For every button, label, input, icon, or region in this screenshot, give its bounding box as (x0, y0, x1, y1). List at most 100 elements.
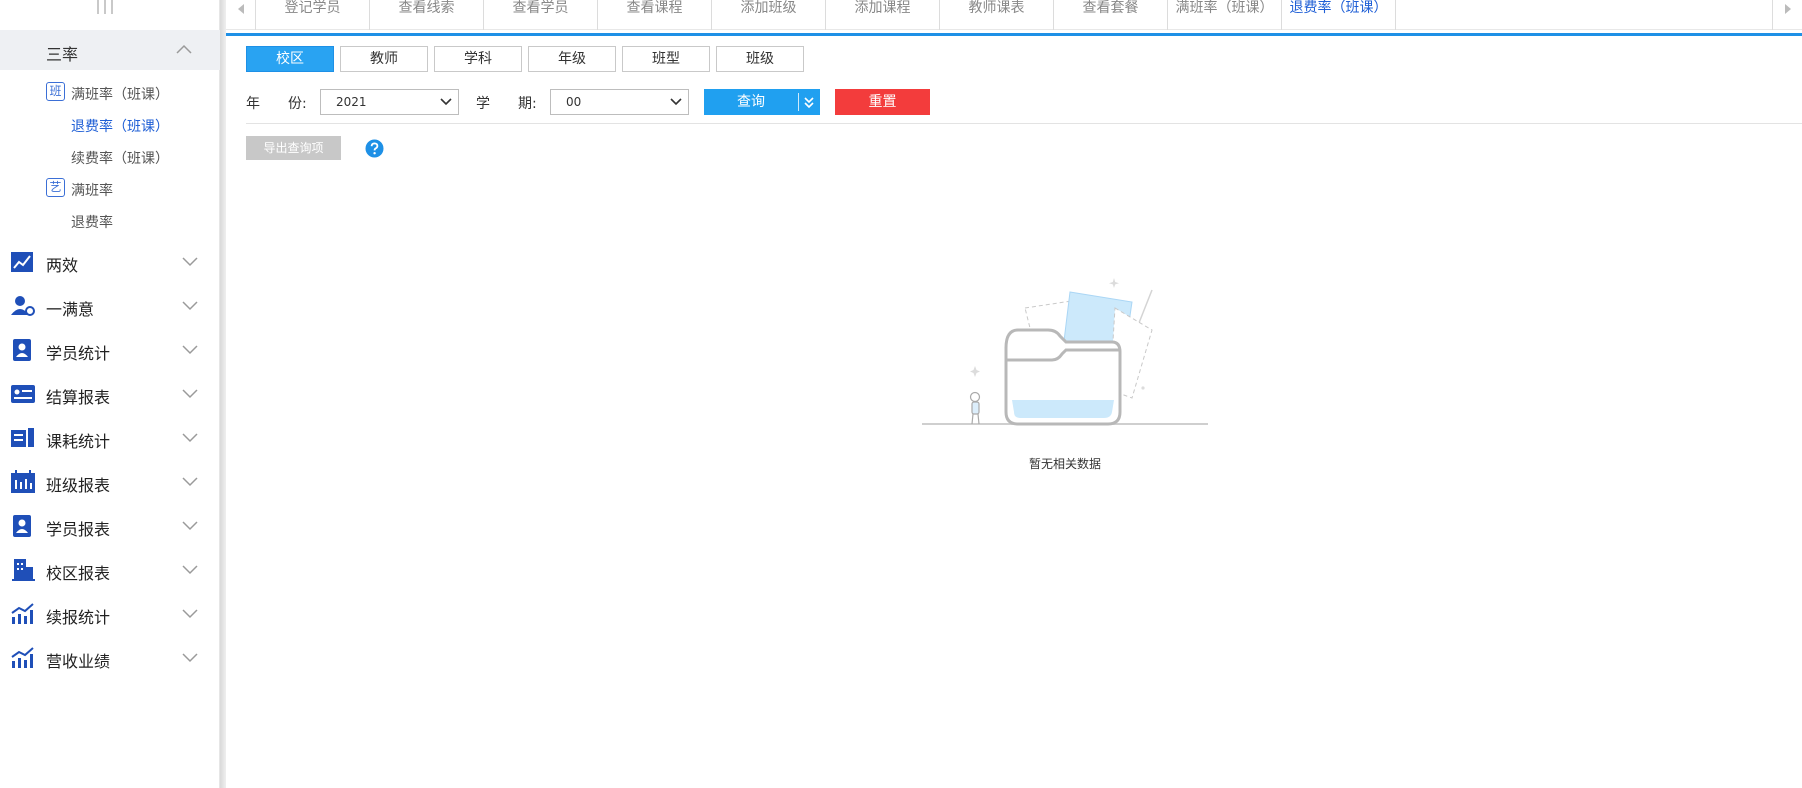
dimension-grade-button[interactable]: 年级 (528, 46, 616, 72)
sidebar-menu-class-report[interactable]: 班级报表 (0, 460, 220, 504)
sidebar-item-label: 续费率（班课） (71, 151, 169, 167)
tab-label: 查看课程 (626, 0, 683, 16)
chevron-down-icon (182, 477, 198, 487)
sidebar-menu-student-stats[interactable]: 学员统计 (0, 328, 220, 372)
tab-bar: 登记学员 查看线索 查看学员 查看课程 添加班级 添加课程 教师课表 查看套餐 … (226, 0, 1802, 30)
chevron-up-icon (176, 44, 192, 54)
sidebar-menu-label: 校区报表 (46, 564, 111, 583)
tab-view-students[interactable]: 查看学员 (484, 0, 598, 30)
sidebar-menu-label: 课耗统计 (46, 432, 111, 451)
calendar-icon (11, 470, 35, 493)
id-card-icon (11, 385, 35, 403)
chevron-down-icon (182, 389, 198, 399)
sidebar-menu-yimanyi[interactable]: 一满意 (0, 284, 220, 328)
sidebar-item-label: 满班率（班课） (71, 87, 169, 103)
sidebar-menu-campus-report[interactable]: 校区报表 (0, 548, 220, 592)
book-list-icon (11, 428, 34, 447)
term-select[interactable]: 00 (550, 89, 689, 115)
chevron-down-icon (182, 565, 198, 575)
chevron-down-icon (182, 345, 198, 355)
art-badge-icon: 艺 (46, 178, 65, 197)
sidebar: 三率 班 满班率（班课） 退费率（班课） 续费率（班课） 艺 满班率 退费率 两… (0, 0, 220, 788)
sidebar-collapse-handle[interactable] (95, 0, 115, 16)
tab-accent-bar (226, 33, 1802, 36)
tab-scroll-left-button[interactable] (226, 0, 256, 30)
sidebar-divider (220, 0, 226, 788)
query-button-label: 查询 (737, 94, 765, 110)
sidebar-menu-revenue[interactable]: 营收业绩 (0, 636, 220, 680)
dimension-class-type-button[interactable]: 班型 (622, 46, 710, 72)
tab-add-course[interactable]: 添加课程 (826, 0, 940, 30)
double-chevron-down-icon[interactable] (802, 95, 816, 109)
tab-label: 教师课表 (968, 0, 1025, 16)
tab-refund-rate[interactable]: 退费率（班课） (1282, 0, 1396, 30)
year-select[interactable]: 2021 (320, 89, 459, 115)
sidebar-menu-student-report[interactable]: 学员报表 (0, 504, 220, 548)
term-select-value: 00 (566, 95, 582, 109)
caret-left-icon (238, 4, 244, 14)
tab-view-packages[interactable]: 查看套餐 (1054, 0, 1168, 30)
tab-label: 查看学员 (512, 0, 569, 16)
sidebar-item-full-class-rate-art[interactable]: 艺 满班率 (0, 174, 220, 206)
sidebar-item-label: 退费率（班课） (71, 119, 169, 135)
student-report-icon (13, 515, 31, 537)
sidebar-menu-label: 续报统计 (46, 608, 111, 627)
query-button[interactable]: 查询 (704, 89, 820, 115)
term-label-part1: 学 (476, 96, 490, 112)
tab-label: 满班率（班课） (1175, 0, 1274, 16)
tab-add-class[interactable]: 添加班级 (712, 0, 826, 30)
chart-line-icon (11, 252, 33, 272)
chevron-down-icon (182, 653, 198, 663)
reset-button[interactable]: 重置 (835, 89, 930, 115)
chevron-down-icon (670, 98, 682, 106)
student-card-icon (13, 339, 31, 361)
building-icon (12, 559, 35, 581)
tab-full-class-rate[interactable]: 满班率（班课） (1168, 0, 1282, 30)
sidebar-menu-label: 学员报表 (46, 520, 111, 539)
chevron-down-icon (182, 609, 198, 619)
tab-view-courses[interactable]: 查看课程 (598, 0, 712, 30)
dimension-subject-button[interactable]: 学科 (434, 46, 522, 72)
sidebar-section-sanlv[interactable]: 三率 (0, 30, 220, 70)
sidebar-item-refund-rate-art[interactable]: 退费率 (0, 206, 220, 238)
tab-label: 添加课程 (854, 0, 911, 16)
sidebar-menu-liangxiao[interactable]: 两效 (0, 240, 220, 284)
year-label-part1: 年 (246, 96, 260, 112)
caret-right-icon (1785, 4, 1791, 14)
empty-state-text: 暂无相关数据 (1028, 457, 1101, 471)
export-query-button[interactable]: 导出查询项 (246, 136, 341, 160)
sidebar-menu-label: 学员统计 (46, 344, 111, 363)
dimension-class-button[interactable]: 班级 (716, 46, 804, 72)
year-select-value: 2021 (336, 95, 367, 109)
chevron-down-icon (182, 257, 198, 267)
sidebar-menu-label: 班级报表 (46, 476, 111, 495)
tab-teacher-schedule[interactable]: 教师课表 (940, 0, 1054, 30)
sidebar-section-title: 三率 (46, 45, 79, 64)
dimension-teacher-button[interactable]: 教师 (340, 46, 428, 72)
year-label-part2: 份: (288, 96, 307, 112)
filter-divider (246, 123, 1802, 124)
tab-label: 查看线索 (398, 0, 455, 16)
sidebar-menu-label: 营收业绩 (46, 652, 111, 671)
sidebar-item-renewal-rate-class[interactable]: 续费率（班课） (0, 142, 220, 174)
user-gear-icon (11, 296, 35, 316)
chevron-down-icon (182, 301, 198, 311)
tab-register-student[interactable]: 登记学员 (256, 0, 370, 30)
tab-label: 添加班级 (740, 0, 797, 16)
sidebar-menu-class-consumption[interactable]: 课耗统计 (0, 416, 220, 460)
sidebar-menu-settlement[interactable]: 结算报表 (0, 372, 220, 416)
sidebar-item-full-class-rate-class[interactable]: 班 满班率（班课） (0, 78, 220, 110)
sidebar-item-refund-rate-class[interactable]: 退费率（班课） (0, 110, 220, 142)
help-icon[interactable] (365, 139, 384, 158)
sidebar-menu-label: 一满意 (46, 300, 95, 319)
tab-label: 退费率（班课） (1289, 0, 1388, 16)
sidebar-menu-renewal-stats[interactable]: 续报统计 (0, 592, 220, 636)
sidebar-item-label: 退费率 (71, 215, 113, 231)
tab-view-leads[interactable]: 查看线索 (370, 0, 484, 30)
dimension-campus-button[interactable]: 校区 (246, 46, 334, 72)
tab-label: 查看套餐 (1082, 0, 1139, 16)
class-badge-icon: 班 (46, 82, 65, 101)
revenue-chart-icon (11, 647, 34, 668)
query-button-separator (798, 93, 799, 111)
tab-scroll-right-button[interactable] (1772, 0, 1802, 30)
